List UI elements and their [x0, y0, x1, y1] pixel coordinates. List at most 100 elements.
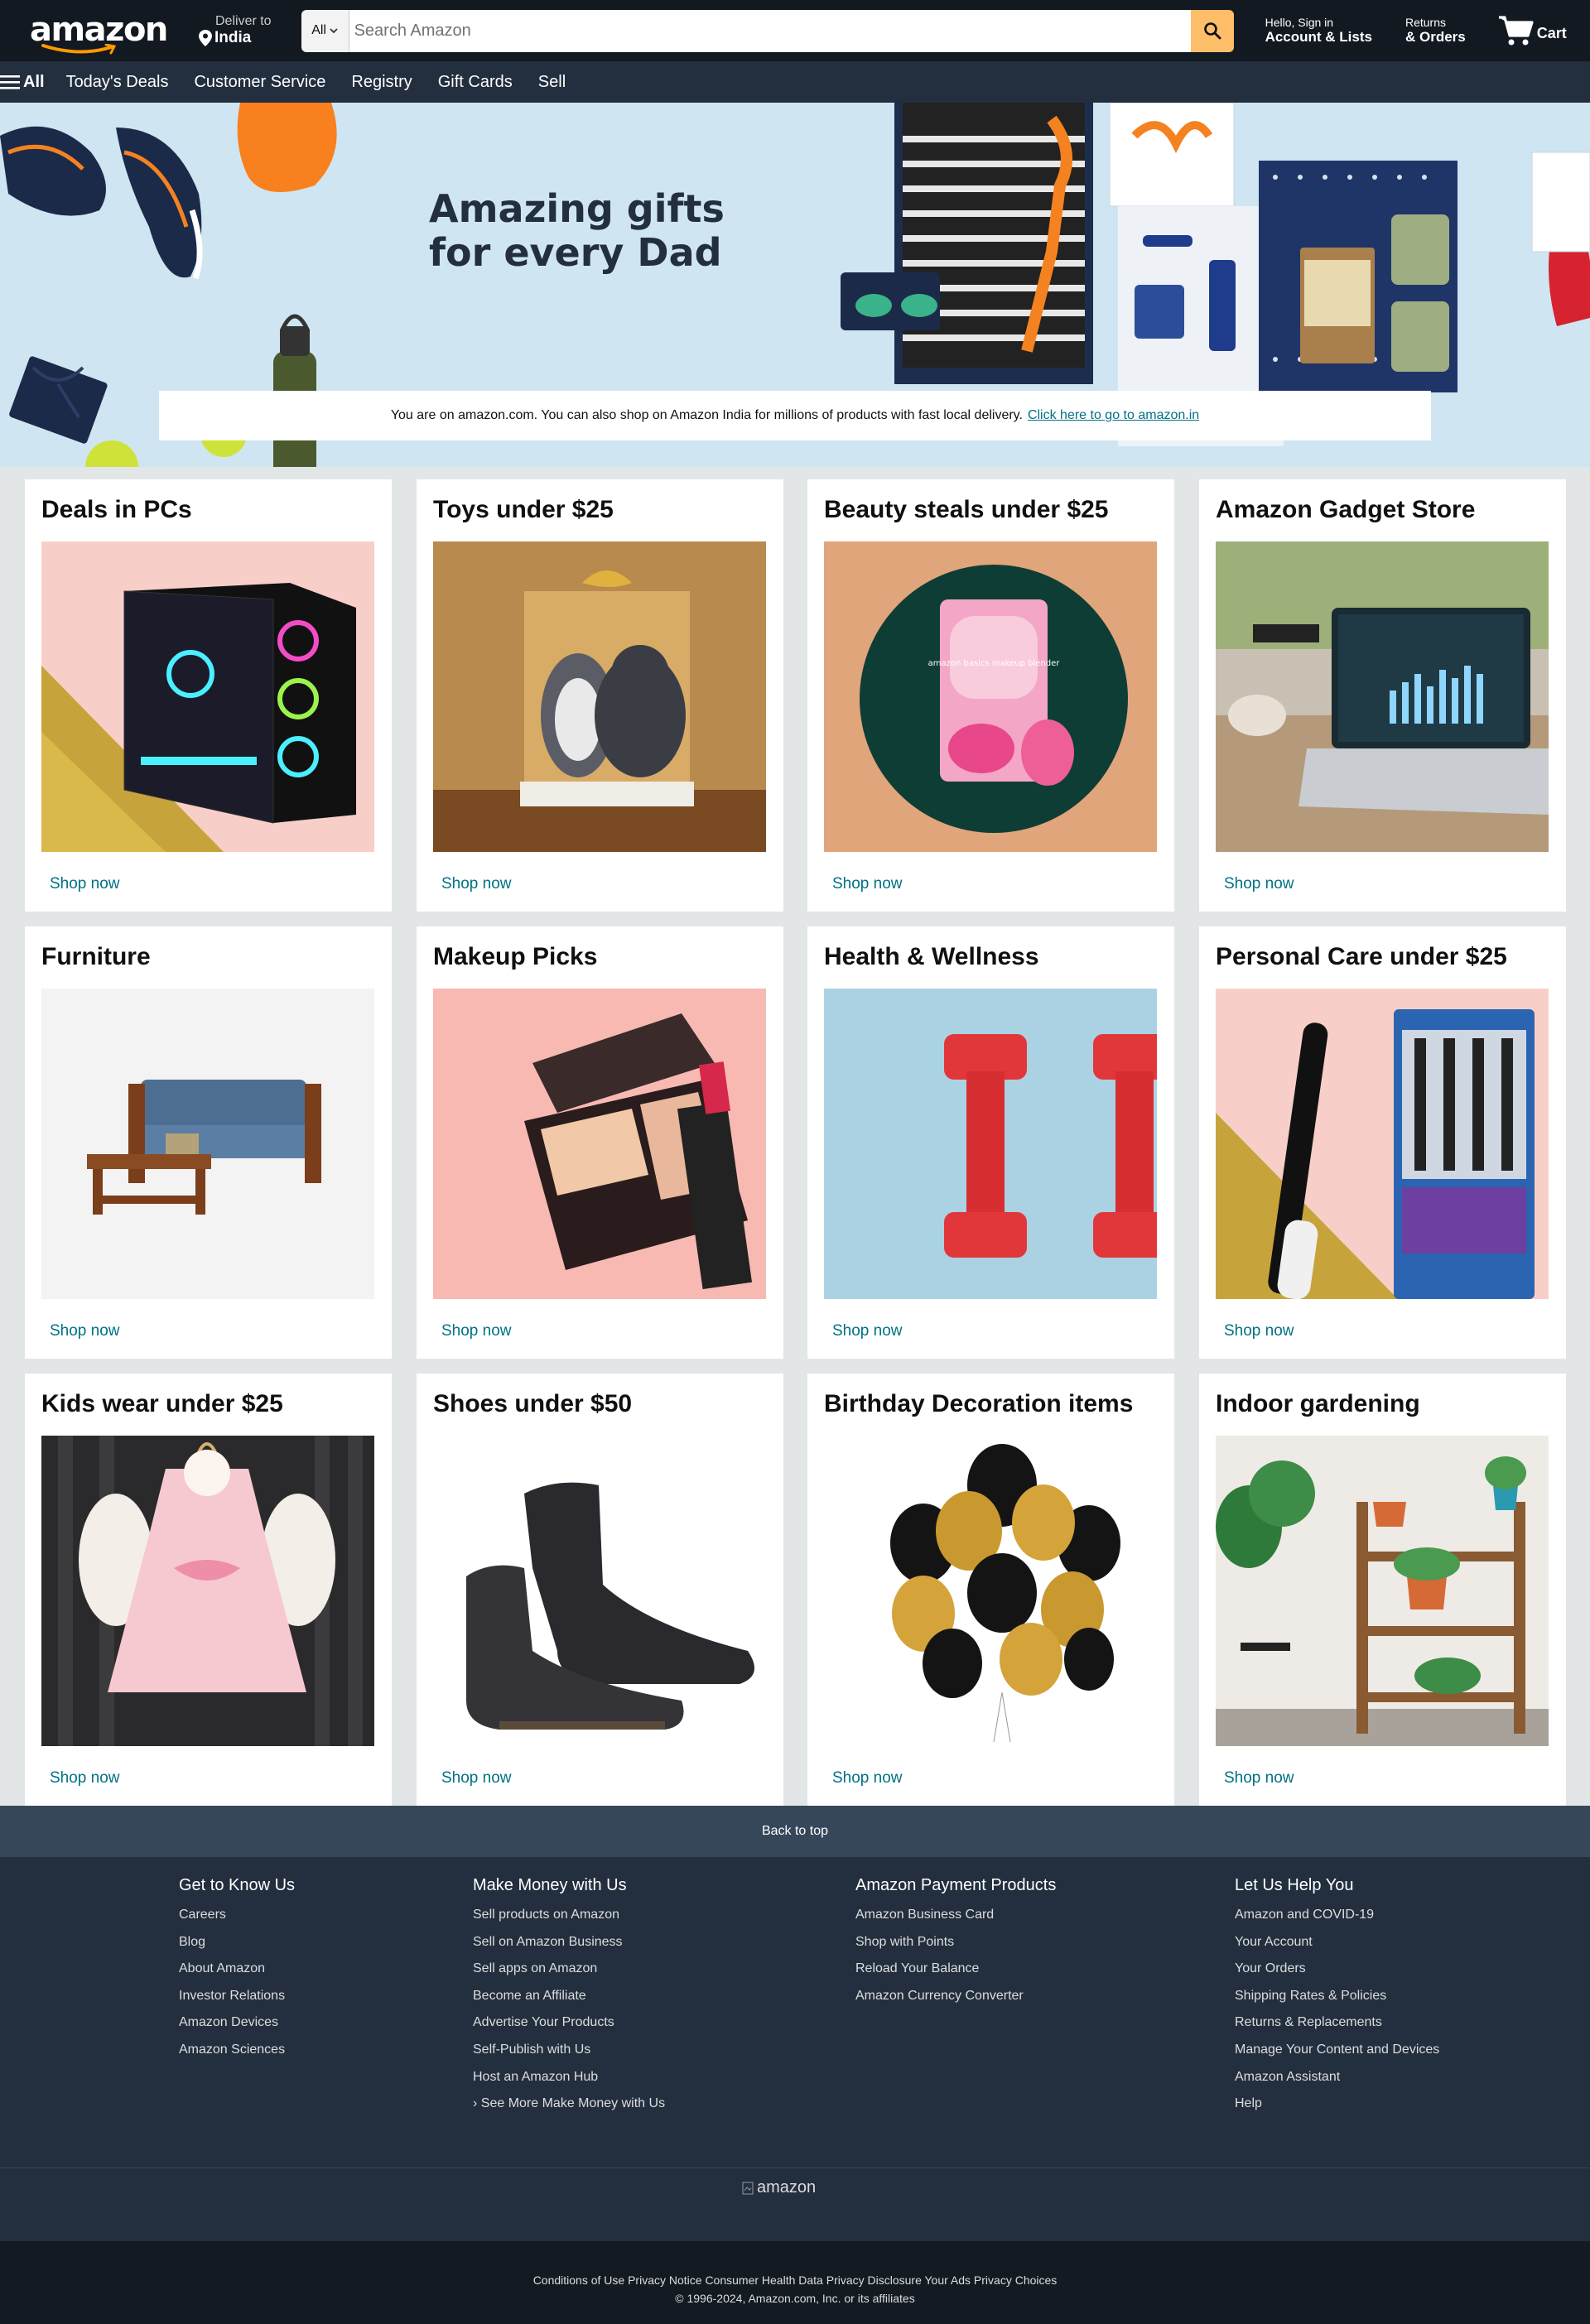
- account-greeting: Hello, Sign in: [1265, 16, 1334, 30]
- all-menu-label: All: [23, 72, 45, 91]
- shop-now-link[interactable]: Shop now: [1224, 875, 1294, 893]
- shop-now-link[interactable]: Shop now: [1224, 1322, 1294, 1340]
- legal-bar: Conditions of Use Privacy Notice Consume…: [0, 2241, 1590, 2324]
- legal-links[interactable]: Conditions of Use Privacy Notice Consume…: [0, 2271, 1590, 2289]
- card-title[interactable]: Kids wear under $25: [41, 1390, 375, 1417]
- footer-col-heading: Let Us Help You: [1235, 1876, 1354, 1894]
- shop-now-link[interactable]: Shop now: [832, 1769, 903, 1788]
- card-title[interactable]: Birthday Decoration items: [824, 1390, 1158, 1417]
- all-menu-button[interactable]: All: [0, 73, 45, 92]
- shop-now-link[interactable]: Shop now: [50, 1769, 120, 1788]
- card-title[interactable]: Personal Care under $25: [1216, 943, 1549, 970]
- subnav-customer-service[interactable]: Customer Service: [194, 73, 325, 92]
- card-image-furniture[interactable]: [41, 989, 374, 1299]
- footer-link[interactable]: Amazon Assistant: [1235, 2064, 1439, 2091]
- shop-now-link[interactable]: Shop now: [50, 1322, 120, 1340]
- card-title[interactable]: Makeup Picks: [433, 943, 767, 970]
- footer-link[interactable]: Become an Affiliate: [473, 1983, 665, 2010]
- footer-link[interactable]: Your Orders: [1235, 1956, 1439, 1983]
- footer-link[interactable]: Amazon Sciences: [179, 2037, 295, 2064]
- card-title[interactable]: Indoor gardening: [1216, 1390, 1549, 1417]
- regional-notice: You are on amazon.com. You can also shop…: [159, 391, 1431, 440]
- card-title[interactable]: Furniture: [41, 943, 375, 970]
- amazon-india-link[interactable]: Click here to go to amazon.in: [1028, 408, 1199, 423]
- hero-title-line1: Amazing gifts: [429, 186, 725, 231]
- footer-link[interactable]: Investor Relations: [179, 1983, 295, 2010]
- shop-now-link[interactable]: Shop now: [1224, 1769, 1294, 1788]
- shop-now-link[interactable]: Shop now: [50, 875, 120, 893]
- subnav-sell[interactable]: Sell: [538, 73, 566, 92]
- footer-link[interactable]: Help: [1235, 2091, 1439, 2118]
- footer-link[interactable]: Self-Publish with Us: [473, 2037, 665, 2064]
- card-image-dumbbells[interactable]: [824, 989, 1157, 1299]
- card-image-balloons[interactable]: [824, 1436, 1157, 1746]
- footer-link[interactable]: Amazon and COVID-19: [1235, 1902, 1439, 1929]
- footer-link[interactable]: Your Account: [1235, 1929, 1439, 1956]
- product-label: amazon basics makeup blender: [928, 659, 1061, 668]
- search-category-dropdown[interactable]: All: [301, 9, 349, 52]
- card-title[interactable]: Toys under $25: [433, 496, 767, 523]
- footer-link[interactable]: Returns & Replacements: [1235, 2009, 1439, 2037]
- returns-label: Returns: [1404, 16, 1447, 30]
- footer-link[interactable]: Amazon Devices: [179, 2009, 295, 2037]
- account-lists[interactable]: Hello, Sign in Account & Lists: [1265, 16, 1372, 46]
- deliver-to[interactable]: Deliver to India: [199, 14, 272, 47]
- footer-link[interactable]: Reload Your Balance: [855, 1956, 1056, 1983]
- search-input[interactable]: [349, 9, 1191, 52]
- footer-logo[interactable]: amazon: [742, 2178, 816, 2197]
- search-button[interactable]: [1190, 9, 1234, 52]
- footer-link[interactable]: Blog: [179, 1929, 295, 1956]
- orders-label: & Orders: [1404, 29, 1466, 46]
- footer-link[interactable]: › See More Make Money with Us: [473, 2091, 665, 2118]
- hero-banner[interactable]: Amazing gifts for every Dad You are on a…: [0, 103, 1590, 467]
- footer-link[interactable]: Host an Amazon Hub: [473, 2064, 665, 2091]
- card-image-toys[interactable]: [433, 541, 766, 852]
- footer-link[interactable]: About Amazon: [179, 1956, 295, 1983]
- subnav-todays-deals[interactable]: Today's Deals: [66, 73, 169, 92]
- footer-link[interactable]: Sell apps on Amazon: [473, 1956, 665, 1983]
- footer-link[interactable]: Amazon Business Card: [855, 1902, 1056, 1929]
- card-title[interactable]: Shoes under $50: [433, 1390, 767, 1417]
- card-title[interactable]: Health & Wellness: [824, 943, 1158, 970]
- hero-title-line2: for every Dad: [429, 229, 722, 275]
- card-image-shoes[interactable]: [433, 1436, 766, 1746]
- shop-now-link[interactable]: Shop now: [832, 1322, 903, 1340]
- footer-col-heading: Make Money with Us: [473, 1876, 627, 1894]
- card-image-beauty[interactable]: amazon basics makeup blender: [824, 541, 1157, 852]
- card-title[interactable]: Beauty steals under $25: [824, 496, 1158, 523]
- card-image-pc[interactable]: [41, 541, 374, 852]
- footer-link[interactable]: Shop with Points: [855, 1929, 1056, 1956]
- cart-button[interactable]: Cart: [1497, 14, 1567, 47]
- cart-icon: [1498, 16, 1534, 46]
- card-title[interactable]: Amazon Gadget Store: [1216, 496, 1549, 523]
- card-title[interactable]: Deals in PCs: [41, 496, 375, 523]
- footer-link[interactable]: Shipping Rates & Policies: [1235, 1983, 1439, 2010]
- copyright: © 1996-2024, Amazon.com, Inc. or its aff…: [675, 2292, 915, 2305]
- search-bar: All: [301, 9, 1234, 52]
- footer-link[interactable]: Amazon Currency Converter: [855, 1983, 1056, 2010]
- card-image-makeup[interactable]: [433, 989, 766, 1299]
- card-image-toothbrush[interactable]: [1216, 989, 1549, 1299]
- subnav-gift-cards[interactable]: Gift Cards: [438, 73, 513, 92]
- card-image-laptop[interactable]: [1216, 541, 1549, 852]
- deliver-location: India: [214, 29, 252, 46]
- footer-col-make-money: Make Money with Us Sell products on Amaz…: [473, 1876, 665, 2118]
- hero-title: Amazing gifts for every Dad: [429, 187, 725, 275]
- shop-now-link[interactable]: Shop now: [832, 875, 903, 893]
- shop-now-link[interactable]: Shop now: [441, 875, 512, 893]
- footer-link[interactable]: Sell products on Amazon: [473, 1902, 665, 1929]
- subnav-registry[interactable]: Registry: [351, 73, 412, 92]
- pegboard-image: [1259, 161, 1458, 392]
- back-to-top-button[interactable]: Back to top: [0, 1806, 1590, 1857]
- card-image-kids-dress[interactable]: [41, 1436, 374, 1746]
- footer-link[interactable]: Careers: [179, 1902, 295, 1929]
- card-image-plants[interactable]: [1216, 1436, 1549, 1746]
- shop-now-link[interactable]: Shop now: [441, 1769, 512, 1788]
- footer-col-help: Let Us Help You Amazon and COVID-19 Your…: [1235, 1876, 1439, 2118]
- returns-orders[interactable]: Returns & Orders: [1405, 16, 1466, 46]
- amazon-logo[interactable]: amazon: [30, 7, 168, 55]
- footer-link[interactable]: Advertise Your Products: [473, 2009, 665, 2037]
- footer-link[interactable]: Manage Your Content and Devices: [1235, 2037, 1439, 2064]
- footer-link[interactable]: Sell on Amazon Business: [473, 1929, 665, 1956]
- shop-now-link[interactable]: Shop now: [441, 1322, 512, 1340]
